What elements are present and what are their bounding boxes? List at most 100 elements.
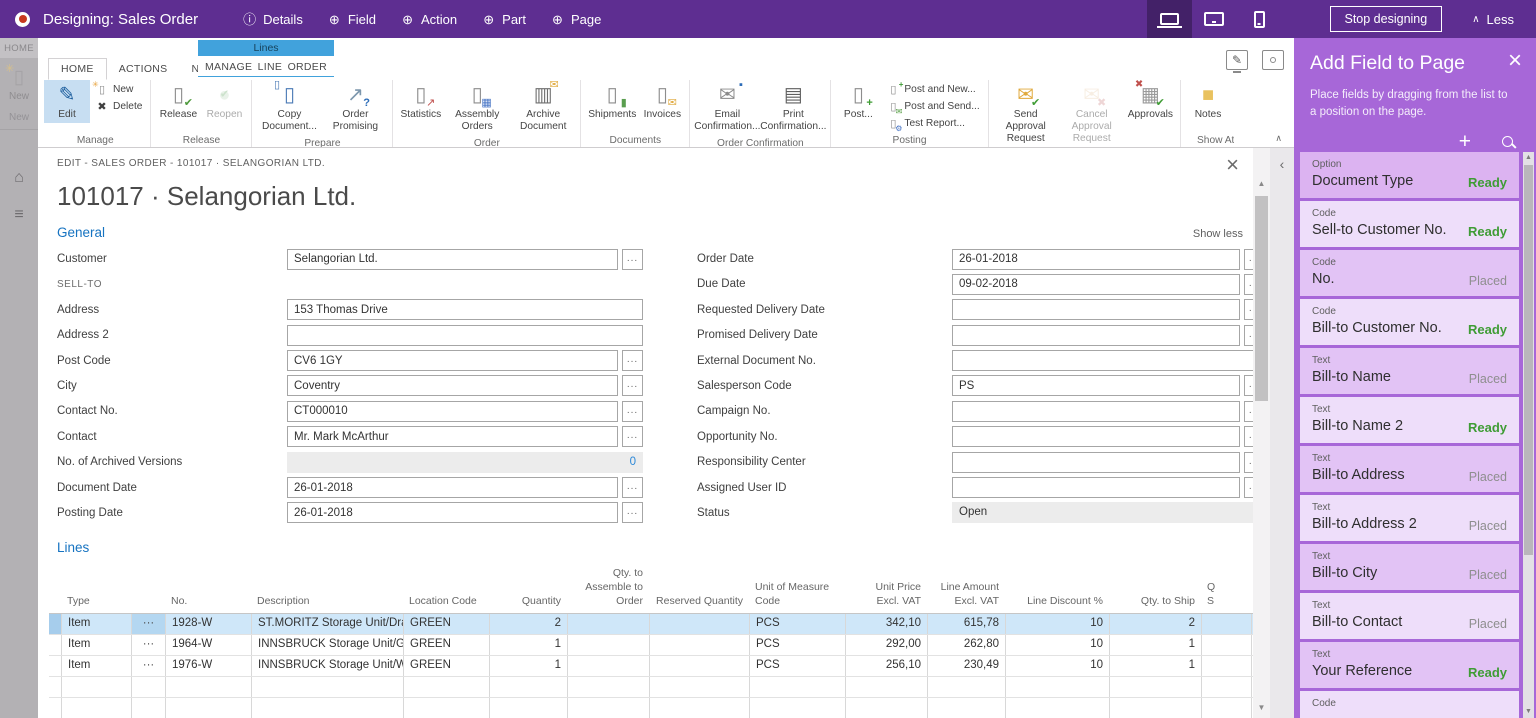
table-column-header[interactable]: Q S xyxy=(1201,581,1231,608)
assist-edit-button[interactable]: ... xyxy=(622,426,643,447)
field-card[interactable]: Text Your Reference Ready xyxy=(1300,642,1519,688)
assist-edit-button[interactable]: ... xyxy=(1244,401,1253,422)
table-column-header[interactable]: Line Discount % xyxy=(1005,595,1109,609)
ribbon-button[interactable]: ✉✖ Cancel Approval Request xyxy=(1059,80,1125,147)
ribbon-button[interactable]: ▯+ Post... xyxy=(835,80,881,123)
ribbon-tab[interactable]: HOME xyxy=(48,58,107,80)
device-phone-button[interactable] xyxy=(1237,0,1282,38)
assist-edit-button[interactable]: ... xyxy=(1244,274,1253,295)
field-card[interactable]: Code Sell-to Customer No. Ready xyxy=(1300,201,1519,247)
ribbon-button[interactable]: ↗? Order Promising xyxy=(322,80,388,135)
ribbon-button[interactable]: ▯⚙ Test Report... xyxy=(882,116,983,132)
field-input[interactable] xyxy=(287,249,618,270)
field-input[interactable] xyxy=(952,350,1253,371)
field-card[interactable]: Code No. Placed xyxy=(1300,250,1519,296)
ribbon-button[interactable]: ▯▮ Shipments xyxy=(585,80,639,123)
chevron-left-icon[interactable]: ‹ xyxy=(1270,156,1294,172)
assist-edit-button[interactable]: ... xyxy=(622,477,643,498)
scroll-up-icon[interactable]: ▲ xyxy=(1253,176,1270,192)
ribbon-button[interactable]: ▥✉ Archive Document xyxy=(510,80,576,135)
ribbon-button[interactable]: ▯✉ Post and Send... xyxy=(882,99,983,115)
table-row[interactable]: Item···1976-WINNSBRUCK Storage Unit/W.Do… xyxy=(49,656,1253,677)
ribbon-button[interactable]: ▦✔✖ Approvals xyxy=(1125,80,1176,147)
table-column-header[interactable]: Qty. to Ship xyxy=(1109,595,1201,609)
field-input[interactable] xyxy=(952,375,1240,396)
scroll-down-icon[interactable]: ▼ xyxy=(1253,700,1270,716)
ribbon-button[interactable]: ✉▪ Email Confirmation... xyxy=(694,80,760,135)
field-input[interactable] xyxy=(952,452,1240,473)
table-column-header[interactable]: No. xyxy=(165,595,251,609)
designer-menu-item[interactable]: ⊕ Action xyxy=(388,0,469,38)
assist-edit-button[interactable]: ... xyxy=(622,502,643,523)
assist-edit-button[interactable]: ... xyxy=(622,249,643,270)
ribbon-button[interactable]: ●✔ Reopen xyxy=(201,80,247,123)
close-icon[interactable]: × xyxy=(1508,52,1522,70)
context-tab[interactable]: ORDER xyxy=(288,61,327,73)
table-column-header[interactable]: Unit Price Excl. VAT xyxy=(845,581,927,608)
field-input[interactable] xyxy=(287,299,643,320)
ribbon-button[interactable]: ▯▦ Assembly Orders xyxy=(444,80,510,135)
field-card[interactable]: Text Bill-to Name Placed xyxy=(1300,348,1519,394)
assist-edit-button[interactable]: ... xyxy=(1244,299,1253,320)
home-icon[interactable]: ⌂ xyxy=(9,168,29,188)
field-card[interactable]: Text Bill-to Name 2 Ready xyxy=(1300,397,1519,443)
scroll-down-icon[interactable]: ▼ xyxy=(1523,706,1534,718)
field-input[interactable] xyxy=(952,477,1240,498)
assist-edit-button[interactable]: ... xyxy=(622,401,643,422)
menu-icon[interactable]: ≡ xyxy=(9,205,29,225)
field-input[interactable] xyxy=(952,426,1240,447)
field-input[interactable] xyxy=(952,299,1240,320)
field-input[interactable] xyxy=(287,502,618,523)
assist-edit-button[interactable]: ... xyxy=(1244,249,1253,270)
table-column-header[interactable]: Qty. to Assemble to Order xyxy=(567,567,649,608)
stop-designing-button[interactable]: Stop designing xyxy=(1330,6,1443,32)
scroll-thumb[interactable] xyxy=(1255,196,1268,401)
scroll-up-icon[interactable]: ▲ xyxy=(1523,152,1534,164)
assist-edit-button[interactable]: ... xyxy=(1244,426,1253,447)
ribbon-button[interactable]: ▤ Print Confirmation... xyxy=(760,80,826,135)
field-card[interactable]: Code xyxy=(1300,691,1519,718)
table-row[interactable]: Item···1928-WST.MORITZ Storage Unit/Draw… xyxy=(49,614,1253,635)
less-toggle[interactable]: ∧ Less xyxy=(1472,12,1514,27)
device-laptop-button[interactable] xyxy=(1147,0,1192,38)
add-icon[interactable]: + xyxy=(1459,134,1471,150)
field-input[interactable] xyxy=(287,401,618,422)
table-row[interactable] xyxy=(49,698,1253,718)
field-input[interactable] xyxy=(287,477,618,498)
table-column-header[interactable]: Quantity xyxy=(489,595,567,609)
designer-menu-item[interactable]: ⊕ Part xyxy=(469,0,538,38)
ribbon-button[interactable]: ✖ Delete xyxy=(91,99,146,115)
field-input[interactable] xyxy=(952,274,1240,295)
table-column-header[interactable]: Unit of Measure Code xyxy=(749,581,845,608)
table-row[interactable]: Item···1964-WINNSBRUCK Storage Unit/G.Do… xyxy=(49,635,1253,656)
field-card[interactable]: Text Bill-to Address Placed xyxy=(1300,446,1519,492)
content-scrollbar[interactable]: ▲ ▼ xyxy=(1253,148,1270,718)
field-list-scrollbar[interactable]: ▲ ▼ xyxy=(1523,152,1534,718)
context-tab[interactable]: MANAGE xyxy=(205,61,252,73)
field-card[interactable]: Code Bill-to Customer No. Ready xyxy=(1300,299,1519,345)
assist-edit-button[interactable]: ... xyxy=(1244,325,1253,346)
collapse-ribbon-icon[interactable]: ∧ xyxy=(1275,133,1282,144)
ribbon-button[interactable]: ▯+ Post and New... xyxy=(882,82,983,98)
assist-edit-button[interactable]: ... xyxy=(1244,452,1253,473)
ribbon-button[interactable]: ▯∞ Links xyxy=(1231,80,1234,123)
ribbon-tab[interactable]: ACTIONS xyxy=(107,59,180,79)
ribbon-button[interactable]: ▯▯ Copy Document... xyxy=(256,80,322,135)
table-row[interactable] xyxy=(49,677,1253,698)
table-column-header[interactable]: Line Amount Excl. VAT xyxy=(927,581,1005,608)
ribbon-button[interactable]: ✎ Edit xyxy=(44,80,90,123)
field-input[interactable] xyxy=(952,325,1240,346)
field-input[interactable] xyxy=(287,350,618,371)
section-lines[interactable]: Lines xyxy=(57,540,89,555)
designer-menu-item[interactable]: ⓘ Details xyxy=(230,0,315,38)
scroll-thumb[interactable] xyxy=(1524,165,1533,555)
show-less-link[interactable]: Show less xyxy=(1193,228,1243,240)
designer-pencil-icon[interactable]: ✎ xyxy=(1226,50,1248,70)
table-column-header[interactable]: Description xyxy=(251,595,403,609)
assist-edit-button[interactable]: ... xyxy=(1244,375,1253,396)
field-input[interactable] xyxy=(287,426,618,447)
field-readonly-value[interactable]: 0 xyxy=(287,452,643,473)
ribbon-button[interactable]: ▯✔ Release xyxy=(155,80,201,123)
ribbon-button[interactable]: ▯✳ New xyxy=(91,82,146,98)
table-column-header[interactable]: Reserved Quantity xyxy=(649,595,749,609)
